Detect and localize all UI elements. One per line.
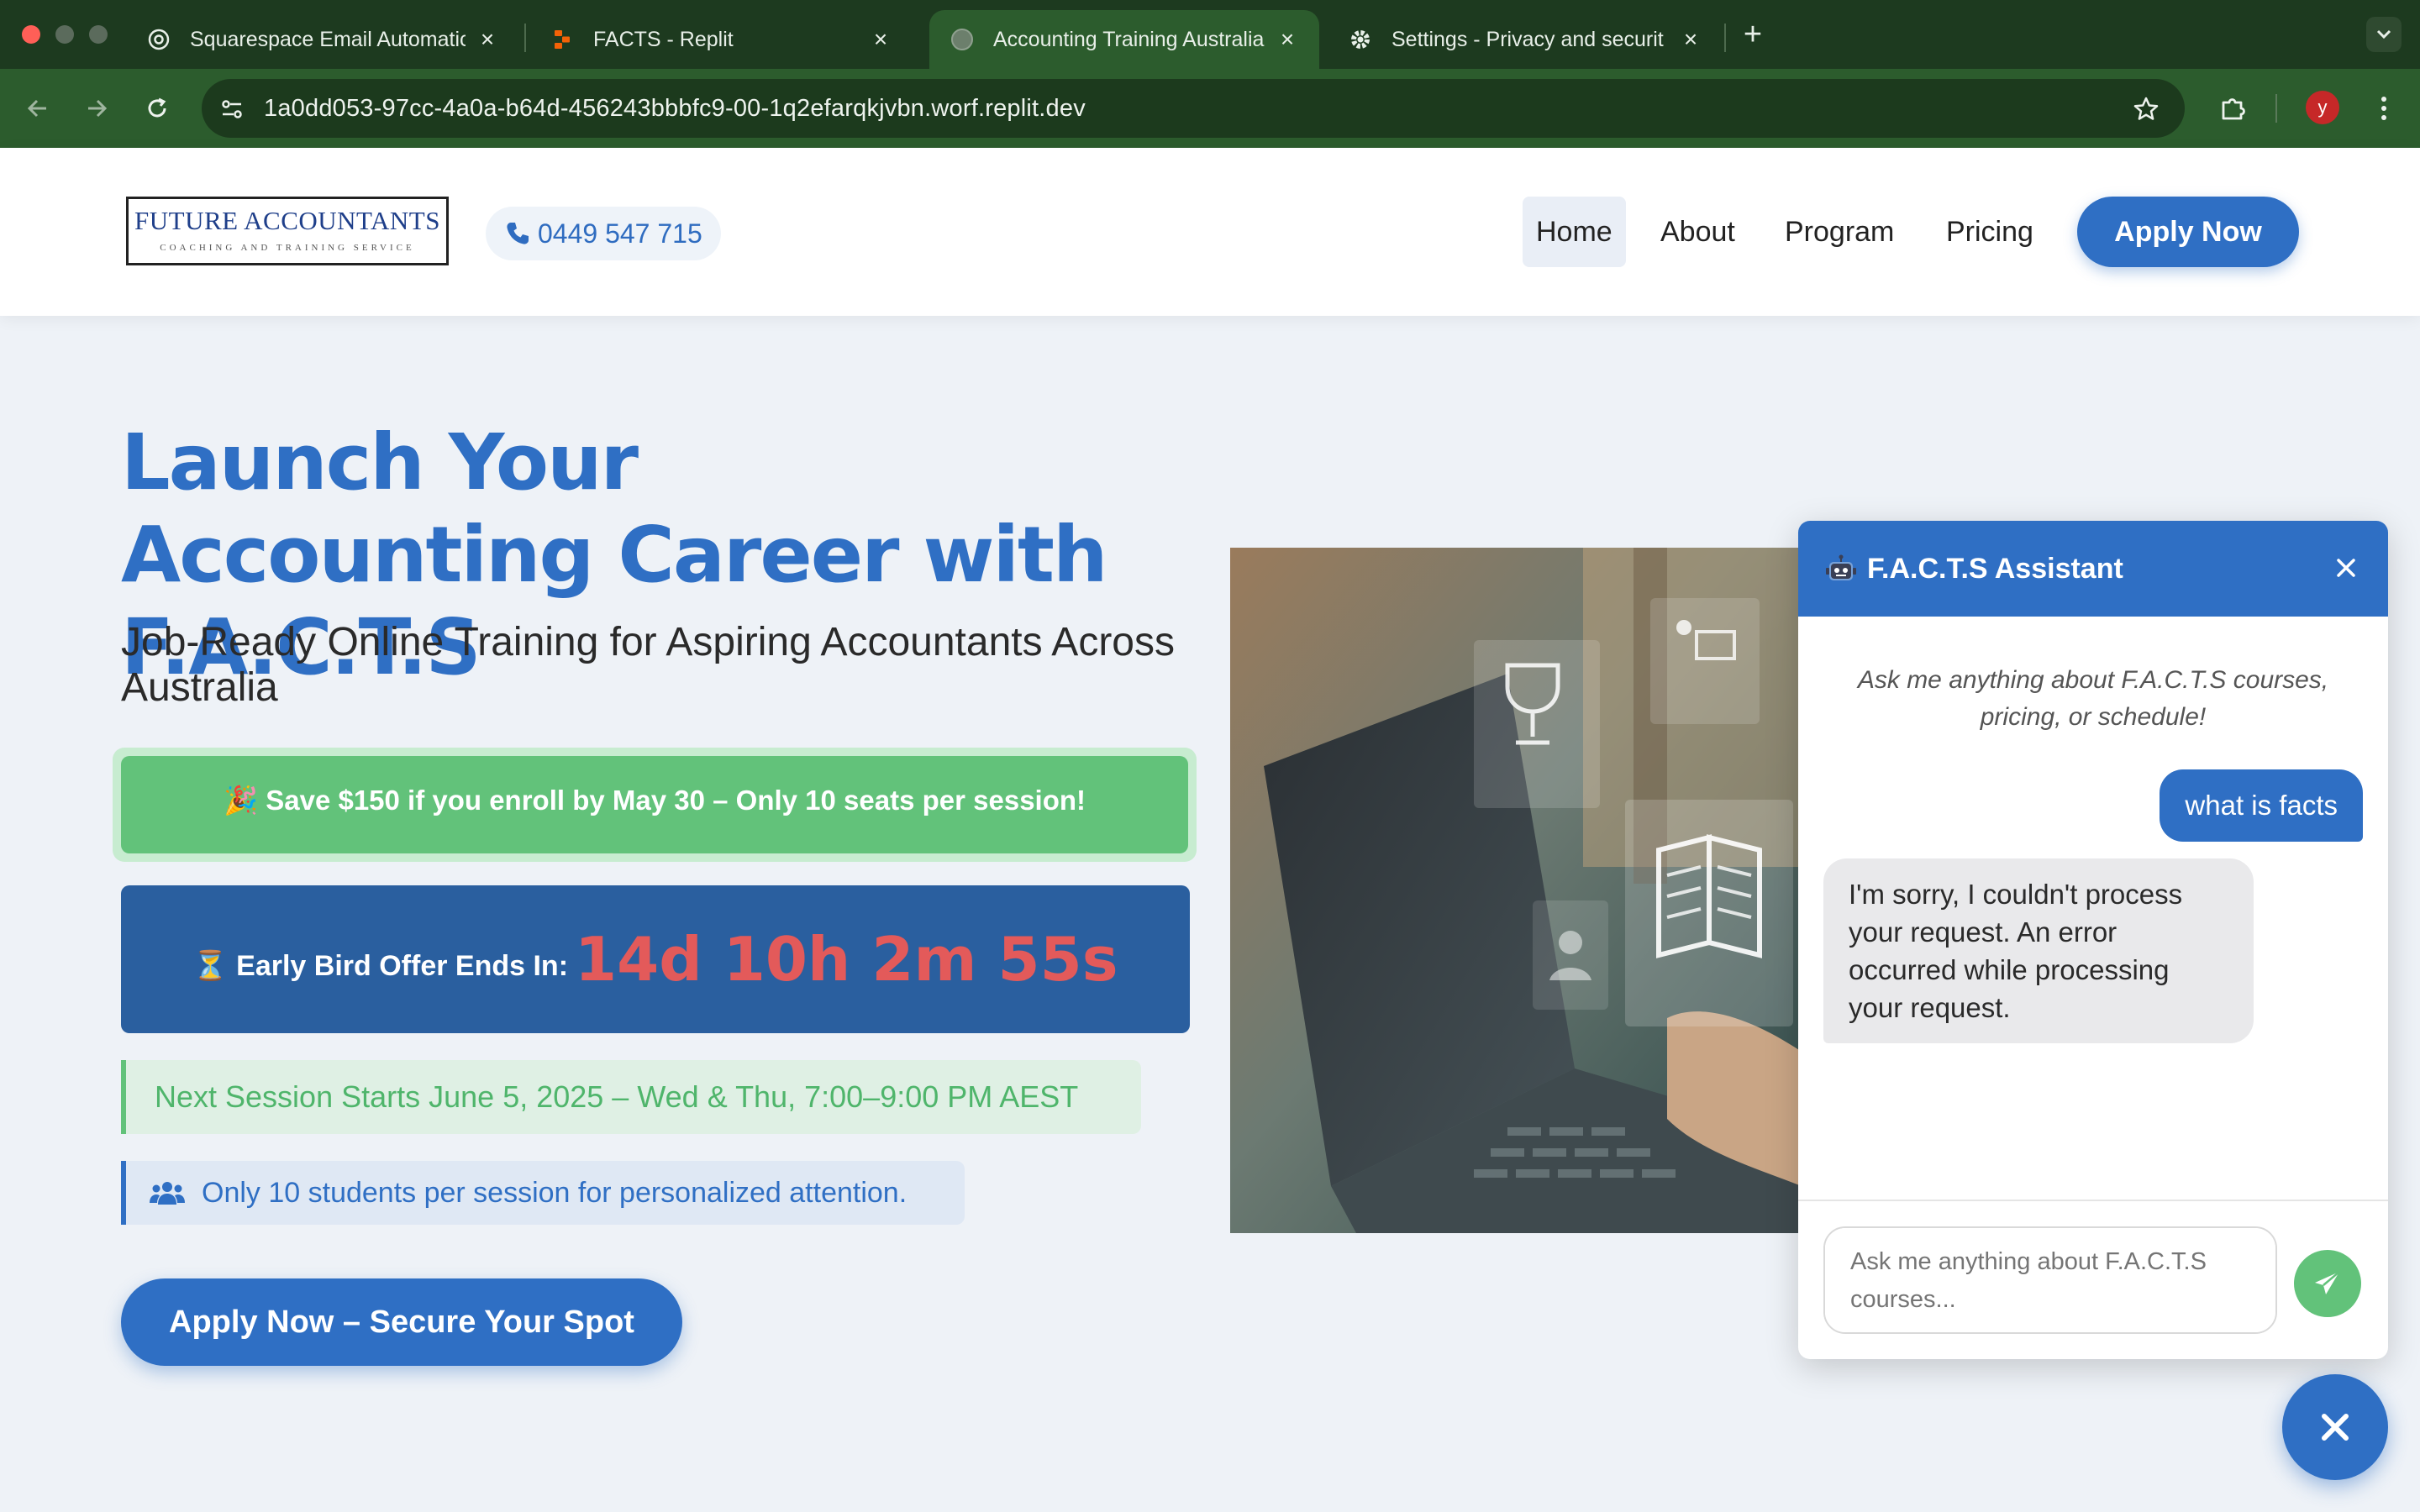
- chat-header: F.A.C.T.S Assistant: [1798, 521, 2388, 617]
- paper-plane-icon: [2315, 1271, 2340, 1294]
- arrow-left-icon: [27, 99, 46, 118]
- chat-widget: F.A.C.T.S Assistant Ask me anything abou…: [1798, 521, 2388, 1359]
- hero-image: [1230, 548, 1802, 1233]
- browser-tab[interactable]: Squarespace Email Automatic ×: [126, 10, 519, 69]
- arrow-right-icon: [88, 99, 108, 118]
- tab-close-icon[interactable]: ×: [1276, 26, 1299, 53]
- hero-subtitle: Job-Ready Online Training for Aspiring A…: [121, 620, 1175, 710]
- back-button[interactable]: [18, 89, 57, 128]
- forward-button[interactable]: [77, 89, 116, 128]
- phone-link[interactable]: 0449 547 715: [486, 207, 721, 260]
- nav-pricing[interactable]: Pricing: [1933, 197, 2047, 267]
- reload-icon: [148, 97, 166, 118]
- gear-icon: [1348, 27, 1373, 52]
- user-message: what is facts: [2160, 769, 2363, 842]
- tab-close-icon[interactable]: ×: [1679, 26, 1702, 53]
- site-logo[interactable]: FUTURE ACCOUNTANTS COACHING AND TRAINING…: [126, 197, 449, 265]
- chat-input[interactable]: [1823, 1226, 2277, 1334]
- promo-banner: 🎉 Save $150 if you enroll by May 30 – On…: [113, 748, 1197, 862]
- profile-avatar[interactable]: y: [2306, 91, 2339, 124]
- class-size-text: Only 10 students per session for persona…: [202, 1177, 908, 1209]
- address-bar[interactable]: 1a0dd053-97cc-4a0a-b64d-456243bbbfc9-00-…: [202, 79, 2185, 138]
- tab-close-icon[interactable]: ×: [869, 26, 892, 53]
- nav-home[interactable]: Home: [1523, 197, 1626, 267]
- users-icon: [150, 1179, 185, 1206]
- chat-intro-text: Ask me anything about F.A.C.T.S courses,…: [1857, 666, 2329, 731]
- apply-secure-spot-button[interactable]: Apply Now – Secure Your Spot: [121, 1278, 682, 1366]
- logo-title: FUTURE ACCOUNTANTS: [134, 206, 440, 235]
- site-header: FUTURE ACCOUNTANTS COACHING AND TRAINING…: [0, 148, 2420, 316]
- tab-separator: [1724, 24, 1726, 52]
- chat-divider: [1798, 1200, 2388, 1201]
- window-maximize-button[interactable]: [89, 25, 108, 44]
- nav-program[interactable]: Program: [1771, 197, 1907, 267]
- phone-icon: [504, 220, 531, 247]
- more-vertical-icon: [2381, 97, 2386, 120]
- next-session-notice: Next Session Starts June 5, 2025 – Wed &…: [121, 1060, 1141, 1134]
- nav-about[interactable]: About: [1647, 197, 1749, 267]
- browser-tab-active[interactable]: Accounting Training Australia ×: [929, 10, 1319, 69]
- url-text[interactable]: 1a0dd053-97cc-4a0a-b64d-456243bbbfc9-00-…: [264, 79, 1086, 138]
- chevron-down-icon: [2376, 29, 2391, 39]
- reload-button[interactable]: [138, 89, 176, 128]
- browser-tab-bar: Squarespace Email Automatic × FACTS - Re…: [0, 0, 2420, 69]
- browser-tab[interactable]: FACTS - Replit ×: [529, 10, 913, 69]
- replit-icon: [550, 27, 575, 52]
- puzzle-icon: [2222, 98, 2245, 120]
- site-settings-icon[interactable]: [218, 96, 245, 123]
- tab-close-icon[interactable]: ×: [476, 26, 499, 53]
- tab-separator: [524, 24, 526, 52]
- openai-icon: [146, 27, 171, 52]
- browser-menu-button[interactable]: [2365, 89, 2403, 128]
- chat-title-text: F.A.C.T.S Assistant: [1867, 553, 2123, 585]
- toolbar-divider: [2275, 94, 2277, 123]
- apply-now-button[interactable]: Apply Now: [2077, 197, 2299, 267]
- countdown-banner: ⏳ Early Bird Offer Ends In: 14d 10h 2m 5…: [121, 885, 1190, 1033]
- chat-close-icon[interactable]: [2331, 553, 2361, 583]
- send-button[interactable]: [2294, 1250, 2361, 1317]
- logo-subtitle: COACHING AND TRAINING SERVICE: [160, 243, 415, 253]
- phone-number: 0449 547 715: [538, 218, 702, 249]
- browser-toolbar: 1a0dd053-97cc-4a0a-b64d-456243bbbfc9-00-…: [0, 69, 2420, 218]
- extensions-button[interactable]: [2213, 89, 2252, 128]
- promo-text: 🎉 Save $150 if you enroll by May 30 – On…: [121, 756, 1188, 853]
- bot-message: I'm sorry, I couldn't process your reque…: [1823, 858, 2254, 1043]
- new-tab-button[interactable]: +: [1738, 15, 1768, 54]
- robot-icon: [1825, 554, 1857, 583]
- class-size-notice: Only 10 students per session for persona…: [121, 1161, 965, 1225]
- countdown-timer: 14d 10h 2m 55s: [575, 924, 1118, 995]
- window-minimize-button[interactable]: [55, 25, 74, 44]
- browser-tab[interactable]: Settings - Privacy and securit ×: [1328, 10, 1723, 69]
- window-close-button[interactable]: [22, 25, 40, 44]
- chat-toggle-button[interactable]: [2282, 1374, 2388, 1480]
- chat-title: F.A.C.T.S Assistant: [1825, 521, 2123, 617]
- tab-search-button[interactable]: [2366, 17, 2402, 52]
- countdown-label: ⏳ Early Bird Offer Ends In:: [192, 950, 569, 982]
- close-icon: [2322, 1414, 2349, 1441]
- globe-icon: [950, 27, 975, 52]
- bookmark-star-icon[interactable]: [2133, 96, 2160, 123]
